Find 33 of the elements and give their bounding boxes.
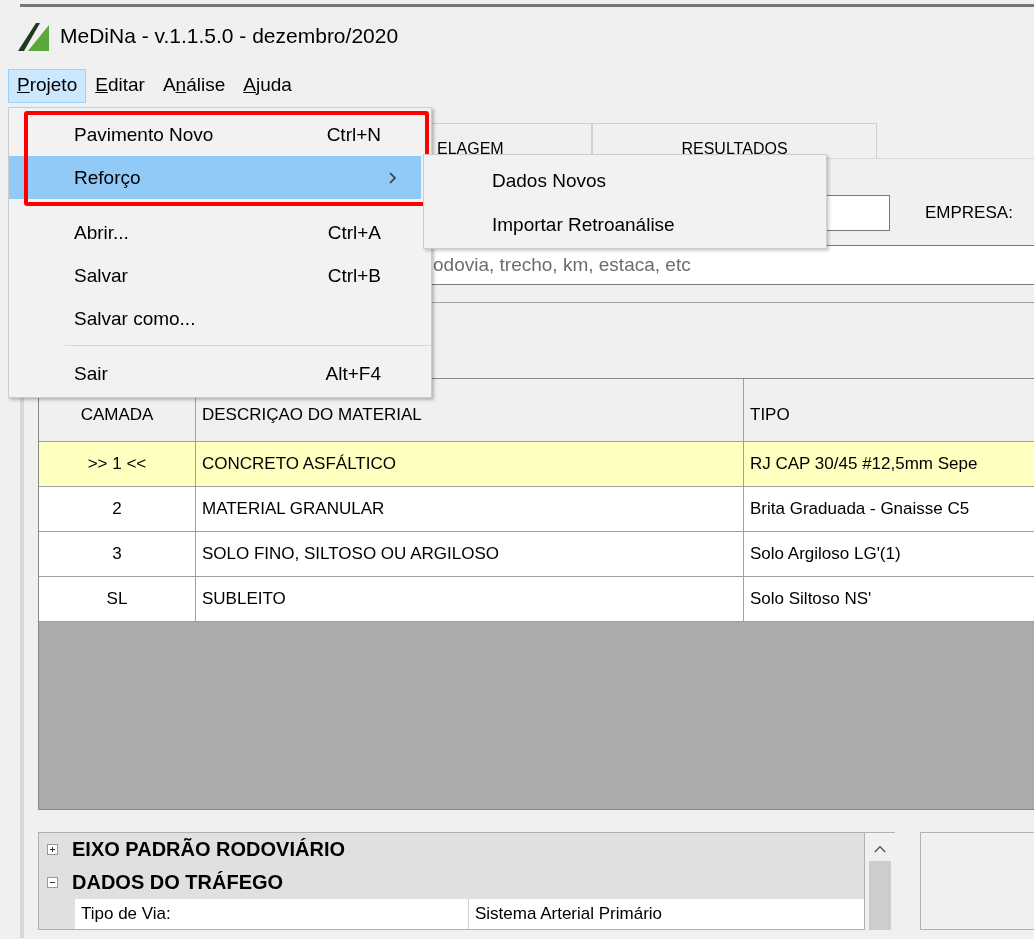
scrollbar[interactable] [865,832,895,930]
table-row[interactable]: >> 1 << CONCRETO ASFÁLTICO RJ CAP 30/45 #12,5mm Sepe [39,442,1034,487]
shortcut-label: Ctrl+N [326,123,381,146]
table-row[interactable]: SL SUBLEITO Solo Siltoso NS' [39,577,1034,622]
field-label: EMPRESA: [925,203,1013,223]
category-label: DADOS DO TRÁFEGO [72,871,284,894]
menu-item[interactable]: Salvar como... [9,297,421,340]
category-label: EIXO PADRÃO RODOVIÁRIO [72,838,345,861]
menu-item[interactable]: Pavimento Novo Ctrl+N [9,113,421,156]
menu-item[interactable]: Editar [86,69,154,103]
scroll-thumb[interactable] [869,860,891,930]
collapse-icon[interactable] [47,877,58,888]
window-title: MeDiNa - v.1.1.5.0 - dezembro/2020 [60,24,399,48]
menu-item[interactable]: Importar Retroanálise [424,203,826,247]
shortcut-label: Ctrl+A [327,221,381,244]
chevron-right-icon [389,171,397,184]
menu-item[interactable]: Ajuda [234,69,301,103]
menu-item[interactable]: Abrir... Ctrl+A [9,211,421,254]
menu-item[interactable]: Projeto [8,69,87,103]
menu-item[interactable]: Reforço [9,156,421,199]
menu-item[interactable]: Análise [153,69,235,103]
input-field[interactable]: odovia, trecho, km, estaca, etc [430,245,1034,285]
table-row[interactable]: 2 MATERIAL GRANULAR Brita Graduada - Gnaisse C5 [39,487,1034,532]
menu-item[interactable]: Dados Novos [424,159,826,203]
shortcut-label: Ctrl+B [327,264,381,287]
app-logo-icon [18,21,50,51]
property-name: Tipo de Via: [75,899,469,929]
property-value[interactable]: Sistema Arterial Primário [469,899,864,929]
tab[interactable]: RESULTADOS [592,123,877,158]
scroll-up-icon[interactable] [873,845,887,853]
table-row[interactable]: 3 SOLO FINO, SILTOSO OU ARGILOSO Solo Argiloso LG'(1) [39,532,1034,577]
menu-item[interactable]: Salvar Ctrl+B [9,254,421,297]
expand-icon[interactable] [47,844,58,855]
